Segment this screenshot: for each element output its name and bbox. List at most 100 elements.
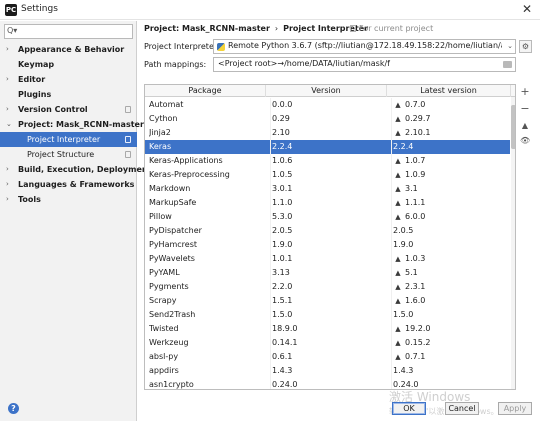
search-input[interactable]: [20, 26, 130, 37]
title-bar: PC Settings ✕: [0, 0, 540, 20]
package-latest-cell: 2.0.5: [391, 224, 508, 238]
table-row[interactable]: Cython 0.29 ▲ 0.29.7: [145, 112, 510, 126]
package-version: 0.14.1: [270, 336, 387, 350]
table-row[interactable]: PyYAML 3.13 ▲ 5.1: [145, 266, 510, 280]
table-row[interactable]: Werkzeug 0.14.1 ▲ 0.15.2: [145, 336, 510, 350]
sidebar-item-appearance-behavior[interactable]: › Appearance & Behavior: [0, 42, 137, 57]
help-icon[interactable]: ?: [8, 403, 19, 414]
table-row[interactable]: PyHamcrest 1.9.0 1.9.0: [145, 238, 510, 252]
sidebar-item-project-interpreter[interactable]: Project Interpreter: [0, 132, 137, 147]
package-latest-cell: ▲ 19.2.0: [391, 322, 508, 336]
upgrade-available-icon: ▲: [395, 185, 401, 193]
table-row[interactable]: Pygments 2.2.0 ▲ 2.3.1: [145, 280, 510, 294]
sidebar-item-label: Appearance & Behavior: [18, 45, 125, 54]
chevron-right-icon: ›: [6, 75, 9, 83]
table-row[interactable]: PyWavelets 1.0.1 ▲ 1.0.3: [145, 252, 510, 266]
table-row[interactable]: Pillow 5.3.0 ▲ 6.0.0: [145, 210, 510, 224]
sidebar-item-tools[interactable]: › Tools: [0, 192, 137, 207]
package-latest-version: 1.1.1: [405, 198, 426, 207]
package-version: 2.10: [270, 126, 387, 140]
package-version: 1.5.0: [270, 308, 387, 322]
upgrade-available-icon: ▲: [395, 171, 401, 179]
package-version: 1.5.1: [270, 294, 387, 308]
gear-icon[interactable]: ⚙: [519, 40, 532, 53]
package-name: PyYAML: [149, 268, 180, 277]
chevron-right-icon: ›: [6, 165, 9, 173]
table-row[interactable]: MarkupSafe 1.1.0 ▲ 1.1.1: [145, 196, 510, 210]
upgrade-available-icon: ▲: [395, 297, 401, 305]
package-name: Markdown: [149, 184, 191, 193]
package-latest-version: 0.15.2: [405, 338, 431, 347]
package-name: MarkupSafe: [149, 198, 197, 207]
upgrade-available-icon: ▲: [395, 339, 401, 347]
sidebar-item-label: Editor: [18, 75, 46, 84]
package-latest-cell: ▲ 0.15.2: [391, 336, 508, 350]
sidebar-item-label: Version Control: [18, 105, 88, 114]
table-row[interactable]: Automat 0.0.0 ▲ 0.7.0: [145, 98, 510, 112]
table-row[interactable]: Send2Trash 1.5.0 1.5.0: [145, 308, 510, 322]
package-version: 3.13: [270, 266, 387, 280]
window-title: Settings: [21, 4, 58, 14]
table-row[interactable]: Keras 2.2.4 2.2.4: [145, 140, 510, 154]
package-name: Twisted: [149, 324, 179, 333]
package-latest-version: 5.1: [405, 268, 418, 277]
table-row[interactable]: Twisted 18.9.0 ▲ 19.2.0: [145, 322, 510, 336]
interpreter-select[interactable]: Remote Python 3.6.7 (sftp://liutian@172.…: [213, 39, 516, 54]
upgrade-available-icon: ▲: [395, 157, 401, 165]
sidebar-item-version-control[interactable]: › Version Control: [0, 102, 137, 117]
breadcrumb: Project: Mask_RCNN-master › Project Interp…: [144, 24, 368, 33]
package-version: 18.9.0: [270, 322, 387, 336]
project-scope-icon: [125, 151, 131, 158]
package-name: absl-py: [149, 352, 179, 361]
chevron-right-icon: ›: [6, 195, 9, 203]
python-icon: [217, 43, 225, 51]
package-latest-cell: 2.2.4: [391, 140, 508, 154]
sidebar-item-keymap[interactable]: Keymap: [0, 57, 137, 72]
sidebar-item-languages-frameworks[interactable]: › Languages & Frameworks: [0, 177, 137, 192]
sidebar-item-project-structure[interactable]: Project Structure: [0, 147, 137, 162]
package-name: Keras-Preprocessing: [149, 170, 230, 179]
upgrade-available-icon: ▲: [395, 129, 401, 137]
project-scope-icon: [350, 25, 356, 32]
upgrade-available-icon: ▲: [395, 353, 401, 361]
chevron-down-icon: ⌄: [6, 120, 12, 128]
ok-button[interactable]: OK: [392, 402, 426, 415]
upgrade-icon[interactable]: ▲: [520, 120, 530, 132]
chevron-right-icon: ›: [6, 105, 9, 113]
scrollbar-thumb[interactable]: [511, 105, 515, 149]
table-row[interactable]: Jinja2 2.10 ▲ 2.10.1: [145, 126, 510, 140]
settings-search[interactable]: Q▾: [4, 24, 133, 39]
vertical-scrollbar[interactable]: [511, 97, 515, 389]
table-row[interactable]: Keras-Preprocessing 1.0.5 ▲ 1.0.9: [145, 168, 510, 182]
folder-icon[interactable]: [503, 61, 512, 68]
sidebar-item-label: Keymap: [18, 60, 55, 69]
package-latest-cell: ▲ 2.3.1: [391, 280, 508, 294]
sidebar-item-editor[interactable]: › Editor: [0, 72, 137, 87]
package-name: Pygments: [149, 282, 189, 291]
upgrade-available-icon: ▲: [395, 283, 401, 291]
apply-button[interactable]: Apply: [498, 402, 532, 415]
sidebar-item-label: Project Interpreter: [27, 135, 101, 144]
cancel-button[interactable]: Cancel: [445, 402, 479, 415]
interpreter-label: Project Interpreter:: [144, 42, 220, 51]
column-header-version[interactable]: Version: [266, 85, 387, 97]
table-row[interactable]: Scrapy 1.5.1 ▲ 1.6.0: [145, 294, 510, 308]
add-icon[interactable]: +: [520, 86, 530, 98]
path-mappings-field[interactable]: <Project root>→/home/DATA/liutian/mask/f: [213, 57, 516, 72]
close-icon[interactable]: ✕: [522, 2, 532, 16]
package-latest-cell: ▲ 1.1.1: [391, 196, 508, 210]
package-latest-version: 2.2.4: [393, 142, 414, 151]
table-row[interactable]: appdirs 1.4.3 1.4.3: [145, 364, 510, 378]
table-row[interactable]: Keras-Applications 1.0.6 ▲ 1.0.7: [145, 154, 510, 168]
table-row[interactable]: absl-py 0.6.1 ▲ 0.7.1: [145, 350, 510, 364]
upgrade-available-icon: ▲: [395, 101, 401, 109]
sidebar-item-plugins[interactable]: Plugins: [0, 87, 137, 102]
column-header-package[interactable]: Package: [145, 85, 266, 97]
remove-icon[interactable]: −: [520, 103, 530, 115]
sidebar-item-build-execution-deployment[interactable]: › Build, Execution, Deployment: [0, 162, 151, 177]
eye-icon[interactable]: 👁: [520, 135, 530, 147]
table-row[interactable]: Markdown 3.0.1 ▲ 3.1: [145, 182, 510, 196]
table-row[interactable]: PyDispatcher 2.0.5 2.0.5: [145, 224, 510, 238]
sidebar-item-project[interactable]: ⌄ Project: Mask_RCNN-master: [0, 117, 144, 132]
column-header-latest[interactable]: Latest version: [387, 85, 511, 97]
